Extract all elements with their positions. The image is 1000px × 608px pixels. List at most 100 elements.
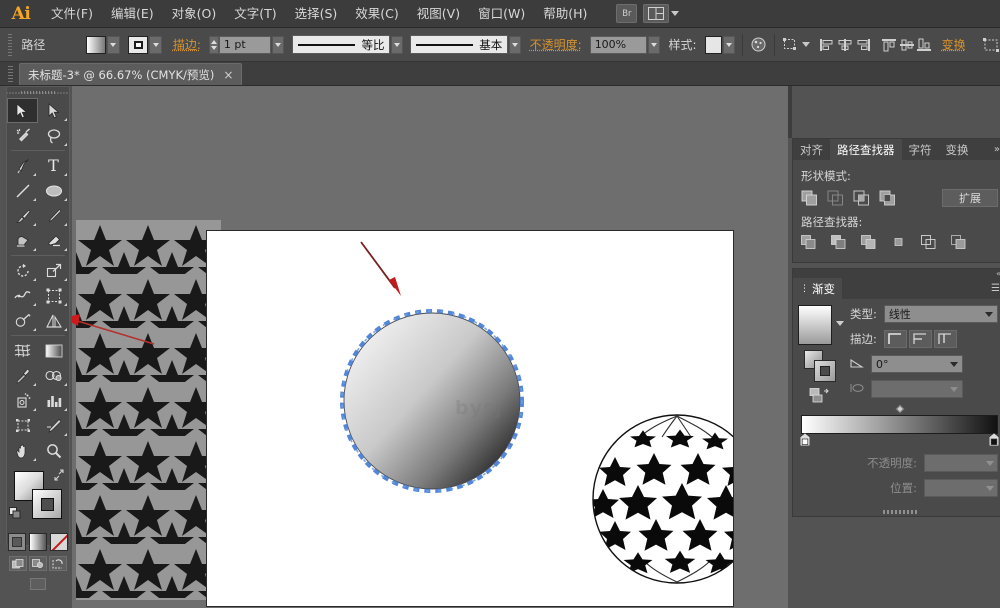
gradient-mode-button[interactable] [29, 533, 47, 551]
gradient-type-select[interactable]: 线性 [884, 305, 998, 323]
screen-mode-button[interactable] [7, 578, 69, 590]
menu-help[interactable]: 帮助(H) [534, 0, 596, 28]
gradient-stop-end[interactable] [989, 433, 999, 446]
tools-panel-grip[interactable] [7, 87, 69, 98]
tool-magic-wand[interactable] [7, 123, 38, 148]
gradient-opacity-input[interactable] [924, 454, 998, 472]
gradient-angle-input[interactable]: 0° [871, 355, 963, 373]
tool-selection[interactable] [7, 98, 38, 123]
control-bar-grip[interactable] [8, 34, 12, 56]
brush-definition-combo[interactable]: 基本 [410, 35, 508, 54]
stroke-swatch[interactable] [128, 36, 148, 54]
tool-slice[interactable] [38, 413, 69, 438]
tool-type[interactable]: T [38, 153, 69, 178]
draw-behind-button[interactable] [29, 556, 47, 571]
gradient-ramp[interactable] [801, 415, 998, 434]
stroke-swatch-group[interactable] [128, 36, 162, 54]
tool-line-segment[interactable] [7, 178, 38, 203]
panel-overflow-icon[interactable]: » [988, 139, 1000, 160]
stroke-weight-value[interactable]: 1 pt [219, 36, 271, 54]
gradient-panel-resize-grip[interactable] [793, 508, 1000, 516]
transform-each-chevron-icon[interactable] [802, 42, 810, 47]
stroke-color-swatch[interactable] [32, 489, 62, 519]
draw-normal-button[interactable] [9, 556, 27, 571]
tab-character[interactable]: 字符 [902, 139, 939, 160]
tool-rotate[interactable] [7, 258, 38, 283]
minus-back-button[interactable] [951, 235, 968, 251]
fill-swatch-group[interactable] [86, 36, 120, 54]
align-right-button[interactable] [854, 35, 872, 55]
menu-object[interactable]: 对象(O) [163, 0, 226, 28]
expand-button[interactable]: 扩展 [942, 189, 998, 207]
tool-column-graph[interactable] [38, 388, 69, 413]
tool-scale[interactable] [38, 258, 69, 283]
transform-panel-link[interactable]: 变换 [942, 36, 966, 53]
tab-transform[interactable]: 变换 [939, 139, 976, 160]
gradient-presets-chevron-icon[interactable] [836, 321, 844, 326]
tool-blend[interactable] [38, 363, 69, 388]
menu-view[interactable]: 视图(V) [408, 0, 469, 28]
document-tab[interactable]: 未标题-3* @ 66.67% (CMYK/预览) × [19, 63, 242, 85]
tool-symbol-sprayer[interactable] [7, 388, 38, 413]
tool-eyedropper[interactable] [7, 363, 38, 388]
gradient-midpoint-marker[interactable] [895, 405, 903, 413]
gradient-panel-menu-icon[interactable]: ☰ [985, 278, 1000, 299]
gradient-stop-start[interactable] [800, 433, 810, 446]
gradient-location-input[interactable] [924, 479, 998, 497]
fill-dropdown-arrow[interactable] [107, 36, 120, 54]
transform-each-icon[interactable] [782, 35, 800, 55]
document-canvas[interactable]: bysj [72, 86, 788, 608]
divide-button[interactable] [801, 235, 818, 251]
align-left-button[interactable] [819, 35, 837, 55]
menu-window[interactable]: 窗口(W) [469, 0, 534, 28]
document-tab-grip[interactable] [8, 66, 13, 82]
none-mode-button[interactable] [50, 533, 68, 551]
bridge-button[interactable]: Br [616, 4, 637, 23]
stroke-weight-dropdown-arrow[interactable] [272, 36, 284, 54]
fill-swatch[interactable] [86, 36, 106, 54]
stroke-along-button[interactable] [909, 330, 932, 348]
minus-front-button[interactable] [827, 190, 844, 206]
tool-gradient[interactable] [38, 338, 69, 363]
tool-pencil[interactable] [38, 203, 69, 228]
tool-perspective-grid[interactable] [38, 308, 69, 333]
tab-gradient[interactable]: ⋮ 渐变 [793, 278, 842, 299]
gradient-ramp-container[interactable] [801, 415, 998, 434]
stroke-weight-label[interactable]: 描边: [173, 36, 201, 53]
tool-artboard[interactable] [7, 413, 38, 438]
stroke-profile-dropdown-arrow[interactable] [391, 36, 403, 54]
tool-pen[interactable] [7, 153, 38, 178]
merge-button[interactable] [861, 235, 878, 251]
unite-button[interactable] [801, 190, 818, 206]
opacity-dropdown-arrow[interactable] [648, 36, 660, 54]
tool-paintbrush[interactable] [7, 203, 38, 228]
align-top-button[interactable] [880, 35, 898, 55]
star-pattern-swatch[interactable] [76, 220, 221, 600]
align-center-vertical-button[interactable] [898, 35, 916, 55]
tool-width[interactable] [7, 283, 38, 308]
tool-eraser[interactable] [38, 228, 69, 253]
align-bottom-button[interactable] [915, 35, 933, 55]
exclude-button[interactable] [879, 190, 896, 206]
brush-definition-dropdown-arrow[interactable] [509, 36, 521, 54]
close-icon[interactable]: × [223, 69, 233, 81]
opacity-value[interactable]: 100% [590, 36, 647, 54]
tool-shape-builder[interactable] [7, 308, 38, 333]
trim-button[interactable] [831, 235, 848, 251]
tool-ellipse[interactable] [38, 178, 69, 203]
gradient-fill-stroke-toggle[interactable] [804, 350, 838, 382]
gradient-preview-thumbnail[interactable] [798, 305, 832, 345]
gradient-sphere[interactable] [337, 306, 527, 496]
stroke-across-button[interactable] [934, 330, 957, 348]
menu-edit[interactable]: 编辑(E) [102, 0, 163, 28]
crop-button[interactable] [891, 235, 908, 251]
tool-lasso[interactable] [38, 123, 69, 148]
stroke-weight-stepper[interactable] [209, 36, 219, 54]
tab-align[interactable]: 对齐 [793, 139, 830, 160]
reverse-gradient-button[interactable] [809, 387, 833, 405]
canvas-scroll-strip[interactable] [788, 86, 792, 138]
menu-file[interactable]: 文件(F) [42, 0, 102, 28]
star-sphere[interactable] [590, 413, 733, 585]
draw-inside-button[interactable] [49, 556, 67, 571]
tool-blob-brush[interactable] [7, 228, 38, 253]
